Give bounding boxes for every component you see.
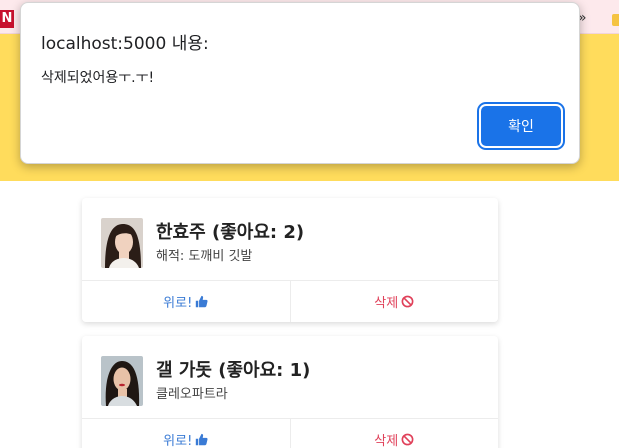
delete-button[interactable]: 삭제 [291, 281, 499, 322]
card-body: 한효주 (좋아요: 2) 해적: 도깨비 깃발 [82, 198, 498, 280]
alert-dialog: localhost:5000 내용: 삭제되었어용ㅜ.ㅜ! 확인 [20, 2, 580, 164]
like-button[interactable]: 위로! [82, 281, 291, 322]
star-description: 클레오파트라 [156, 387, 228, 402]
avatar [101, 356, 143, 406]
like-label: 위로! [163, 434, 193, 448]
ok-button[interactable]: 확인 [481, 106, 561, 146]
delete-label: 삭제 [374, 434, 399, 448]
delete-button[interactable]: 삭제 [291, 419, 499, 448]
card-body: 갤 가돗 (좋아요: 1) 클레오파트라 [82, 336, 498, 418]
star-name: 갤 가돗 (좋아요: 1) [156, 360, 311, 381]
star-card: 갤 가돗 (좋아요: 1) 클레오파트라 위로! 삭제 [82, 336, 498, 448]
card-actions: 위로! 삭제 [82, 280, 498, 322]
delete-label: 삭제 [374, 296, 399, 311]
star-card: 한효주 (좋아요: 2) 해적: 도깨비 깃발 위로! 삭제 [82, 198, 498, 322]
card-actions: 위로! 삭제 [82, 418, 498, 448]
star-name: 한효주 (좋아요: 2) [156, 222, 305, 243]
like-count: (좋아요: 2) [211, 222, 305, 243]
ban-icon [401, 295, 414, 308]
bookmark-folder-icon[interactable] [612, 14, 619, 26]
like-button[interactable]: 위로! [82, 419, 291, 448]
dialog-title: localhost:5000 내용: [41, 34, 209, 54]
avatar [101, 218, 143, 268]
ban-icon [401, 433, 414, 446]
netflix-bookmark-icon[interactable]: N [0, 10, 14, 28]
like-label: 위로! [163, 296, 193, 311]
dialog-message: 삭제되었어용ㅜ.ㅜ! [41, 70, 155, 86]
thumbs-up-icon [196, 433, 208, 446]
like-count: (좋아요: 1) [218, 360, 311, 381]
star-description: 해적: 도깨비 깃발 [156, 249, 253, 264]
thumbs-up-icon [196, 295, 208, 308]
